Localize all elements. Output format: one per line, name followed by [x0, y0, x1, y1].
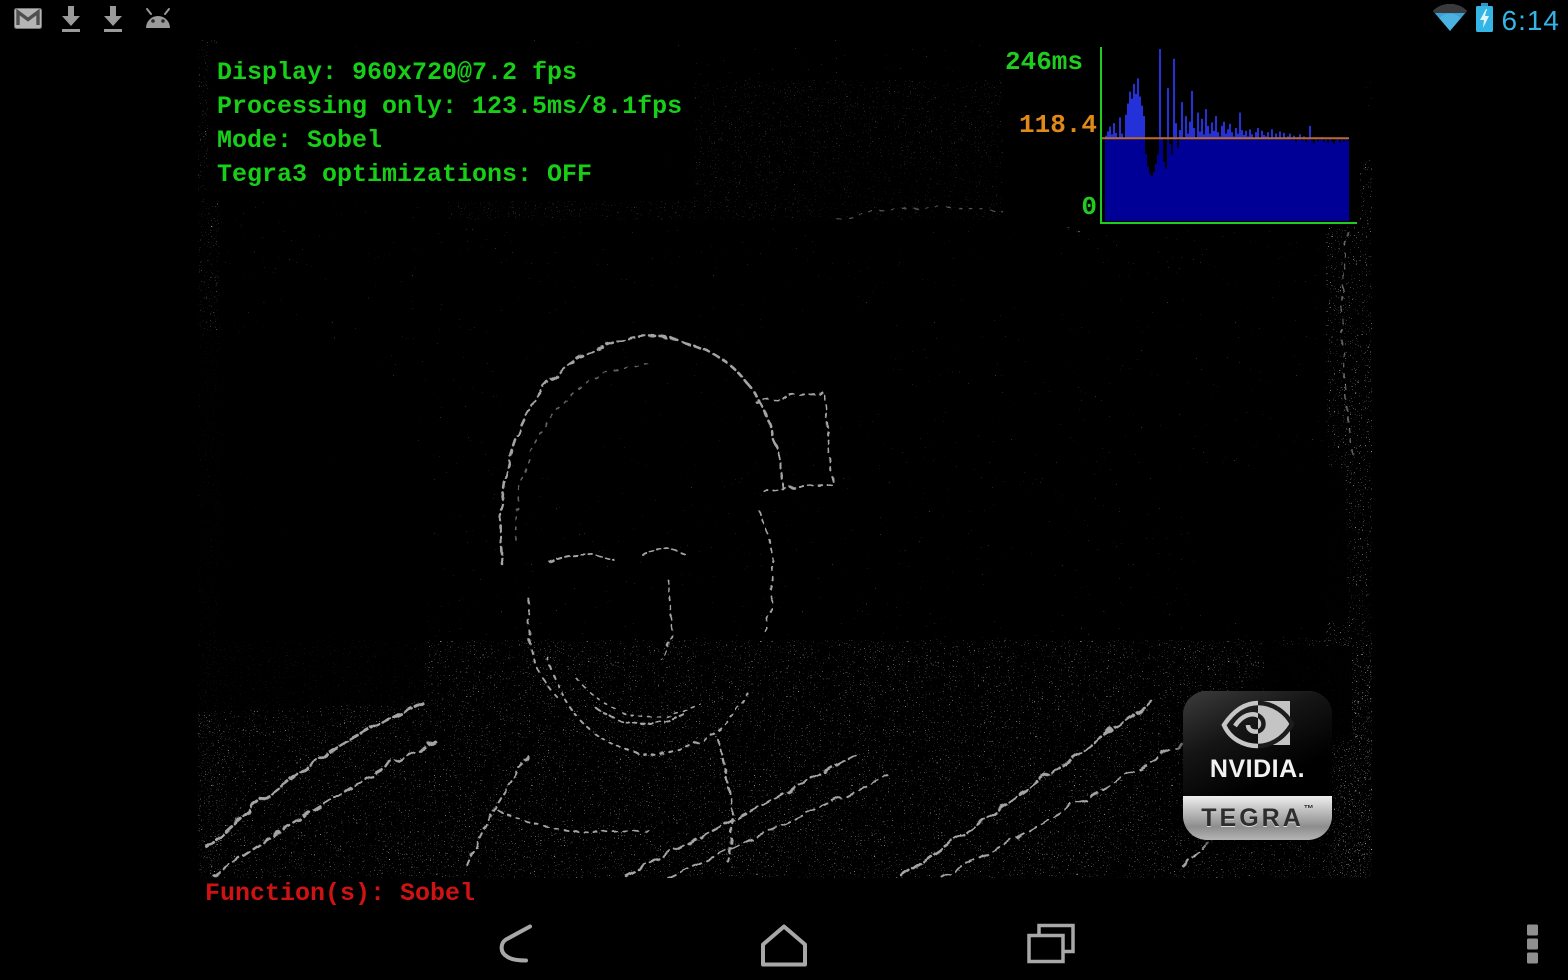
tegra-wordmark: TEGRA™	[1201, 804, 1314, 833]
navigation-bar	[0, 912, 1568, 980]
graph-threshold-label: 118.4	[1003, 111, 1097, 139]
performance-graph: 246ms 118.4 0	[1003, 43, 1360, 227]
graph-max-label: 246ms	[1005, 48, 1083, 76]
home-button[interactable]	[749, 917, 819, 976]
function-label: Function(s): Sobel	[205, 879, 475, 908]
nvidia-tegra-badge: NVIDIA. TEGRA™	[1183, 691, 1332, 840]
recents-button[interactable]	[1019, 917, 1083, 976]
hud-optimizations-line: Tegra3 optimizations: OFF	[217, 158, 682, 192]
wifi-icon	[1433, 4, 1467, 37]
home-icon	[755, 955, 813, 970]
nvidia-eye-icon	[1220, 699, 1296, 751]
back-button[interactable]	[488, 917, 546, 976]
hud-mode-line: Mode: Sobel	[217, 124, 682, 158]
status-bar: 6:14	[0, 0, 1568, 34]
android-debug-icon	[142, 7, 174, 35]
notification-icons	[14, 5, 174, 37]
stats-hud: Display: 960x720@7.2 fps Processing only…	[208, 47, 694, 201]
trademark-symbol: ™	[1304, 804, 1314, 815]
nvidia-wordmark: NVIDIA.	[1183, 755, 1332, 784]
overflow-menu-button[interactable]	[1520, 919, 1546, 974]
badge-bottom: TEGRA™	[1183, 796, 1332, 840]
hud-processing-line: Processing only: 123.5ms/8.1fps	[217, 90, 682, 124]
graph-zero-label: 0	[1003, 193, 1097, 221]
badge-top: NVIDIA.	[1183, 691, 1332, 796]
camera-feed[interactable]: Display: 960x720@7.2 fps Processing only…	[198, 40, 1372, 878]
download-icon	[100, 5, 126, 37]
download-icon	[58, 5, 84, 37]
recents-icon	[1025, 955, 1077, 970]
battery-charging-icon	[1475, 3, 1494, 38]
clock: 6:14	[1502, 6, 1561, 36]
overflow-menu-icon	[1526, 953, 1540, 968]
perf-histogram	[1102, 43, 1354, 227]
gmail-icon	[14, 8, 42, 34]
android-screen: 6:14	[0, 0, 1568, 980]
system-status-icons: 6:14	[1433, 3, 1561, 38]
hud-display-line: Display: 960x720@7.2 fps	[217, 56, 682, 90]
back-icon	[494, 955, 540, 970]
